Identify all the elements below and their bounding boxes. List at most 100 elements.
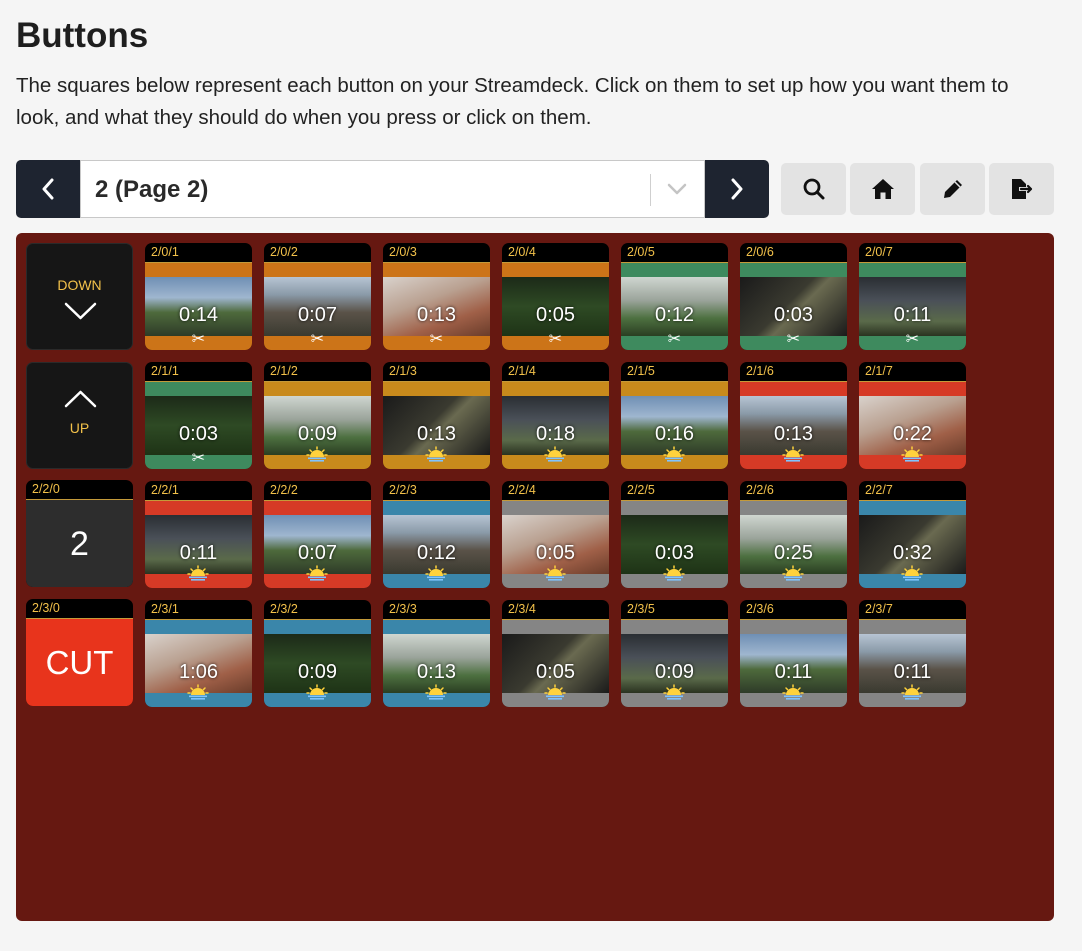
clip-button[interactable]: 2/1/3 0:13 <box>383 362 490 469</box>
clip-button[interactable]: 2/2/5 0:03 <box>621 481 728 588</box>
clip-button[interactable]: 2/0/6 0:03 ✂ <box>740 243 847 350</box>
clip-button[interactable]: 2/3/5 0:09 <box>621 600 728 707</box>
edit-button[interactable] <box>920 163 985 215</box>
clip-button[interactable]: 2/3/6 0:11 <box>740 600 847 707</box>
sunrise-icon <box>663 446 685 462</box>
clip-duration: 0:09 <box>298 661 337 683</box>
clip-duration: 0:05 <box>536 661 575 683</box>
button-location-label: 2/3/0 <box>32 601 60 615</box>
clip-duration: 0:32 <box>893 542 932 564</box>
clip-duration: 0:11 <box>893 661 932 683</box>
scissors-icon: ✂ <box>429 331 444 348</box>
button-location-label: 2/1/6 <box>746 364 774 378</box>
clip-button[interactable]: 2/3/1 1:06 <box>145 600 252 707</box>
clip-duration: 0:11 <box>774 661 813 683</box>
home-icon <box>871 179 894 199</box>
clip-button[interactable]: 2/1/5 0:16 <box>621 362 728 469</box>
clip-button[interactable]: 2/1/4 0:18 <box>502 362 609 469</box>
clip-button[interactable]: 2/3/3 0:13 <box>383 600 490 707</box>
scissors-icon: ✂ <box>191 331 206 348</box>
clip-button[interactable]: 2/0/4 0:05 ✂ <box>502 243 609 350</box>
clip-button[interactable]: 2/3/2 0:09 <box>264 600 371 707</box>
clip-duration: 0:07 <box>298 542 337 564</box>
clip-duration: 0:12 <box>417 542 456 564</box>
page-up-button[interactable]: UP <box>26 362 133 469</box>
scissors-icon: ✂ <box>905 331 920 348</box>
chevron-left-icon <box>42 178 54 200</box>
clip-button[interactable]: 2/3/4 0:05 <box>502 600 609 707</box>
clip-duration: 0:13 <box>417 423 456 445</box>
scissors-icon: ✂ <box>667 331 682 348</box>
button-location-label: 2/3/4 <box>508 602 536 616</box>
cut-text: CUT <box>45 644 114 681</box>
sunrise-icon <box>306 684 328 700</box>
clip-duration: 0:03 <box>179 423 218 445</box>
search-icon <box>803 178 824 200</box>
search-button[interactable] <box>781 163 846 215</box>
clip-button[interactable]: 2/2/6 0:25 <box>740 481 847 588</box>
button-location-label: 2/0/5 <box>627 245 655 259</box>
clip-duration: 0:13 <box>774 423 813 445</box>
clip-duration: 0:09 <box>298 423 337 445</box>
clip-button[interactable]: 2/0/2 0:07 ✂ <box>264 243 371 350</box>
button-location-label: 2/0/1 <box>151 245 179 259</box>
clip-duration: 1:06 <box>179 661 218 683</box>
up-label: UP <box>69 420 90 436</box>
scissors-icon: ✂ <box>310 331 325 348</box>
button-location-label: 2/0/6 <box>746 245 774 259</box>
page-description: The squares below represent each button … <box>16 74 1009 129</box>
button-location-label: 2/2/4 <box>508 483 536 497</box>
button-location-label: 2/3/5 <box>627 602 655 616</box>
clip-button[interactable]: 2/2/1 0:11 <box>145 481 252 588</box>
sunrise-icon <box>901 565 923 581</box>
clip-button[interactable]: 2/2/2 0:07 <box>264 481 371 588</box>
previous-page-button[interactable] <box>16 160 80 218</box>
button-location-label: 2/3/2 <box>270 602 298 616</box>
clip-button[interactable]: 2/1/2 0:09 <box>264 362 371 469</box>
clip-button[interactable]: 2/1/6 0:13 <box>740 362 847 469</box>
clip-button[interactable]: 2/0/1 0:14 ✂ <box>145 243 252 350</box>
sunrise-icon <box>663 565 685 581</box>
sunrise-icon <box>187 684 209 700</box>
export-button[interactable] <box>989 163 1054 215</box>
button-location-label: 2/2/7 <box>865 483 893 497</box>
clip-duration: 0:11 <box>179 542 218 564</box>
button-location-label: 2/2/2 <box>270 483 298 497</box>
page-number-text: 2 <box>70 525 89 563</box>
clip-button[interactable]: 2/0/7 0:11 ✂ <box>859 243 966 350</box>
page-number-button[interactable]: 2/2/0 2 <box>26 480 133 587</box>
chevron-down-icon <box>64 302 97 320</box>
cut-button[interactable]: 2/3/0 CUT <box>26 599 133 706</box>
clip-button[interactable]: 2/1/1 0:03 ✂ <box>145 362 252 469</box>
button-location-label: 2/1/5 <box>627 364 655 378</box>
select-divider <box>650 174 651 206</box>
clip-duration: 0:09 <box>655 661 694 683</box>
chevron-up-icon <box>64 390 97 408</box>
button-location-label: 2/0/2 <box>270 245 298 259</box>
clip-button[interactable]: 2/2/7 0:32 <box>859 481 966 588</box>
clip-duration: 0:25 <box>774 542 813 564</box>
clip-duration: 0:22 <box>893 423 932 445</box>
chevron-down-icon[interactable] <box>667 182 687 196</box>
clip-button[interactable]: 2/0/3 0:13 ✂ <box>383 243 490 350</box>
clip-button[interactable]: 2/0/5 0:12 ✂ <box>621 243 728 350</box>
page-select-value: 2 (Page 2) <box>95 176 209 203</box>
sunrise-icon <box>425 565 447 581</box>
button-location-label: 2/2/6 <box>746 483 774 497</box>
clip-button[interactable]: 2/2/4 0:05 <box>502 481 609 588</box>
page-down-button[interactable]: DOWN <box>26 243 133 350</box>
clip-button[interactable]: 2/3/7 0:11 <box>859 600 966 707</box>
sunrise-icon <box>663 684 685 700</box>
home-button[interactable] <box>850 163 915 215</box>
button-location-label: 2/2/1 <box>151 483 179 497</box>
clip-button[interactable]: 2/1/7 0:22 <box>859 362 966 469</box>
sunrise-icon <box>901 684 923 700</box>
sunrise-icon <box>782 565 804 581</box>
button-location-label: 2/3/1 <box>151 602 179 616</box>
next-page-button[interactable] <box>705 160 769 218</box>
page-select[interactable]: 2 (Page 2) <box>80 160 705 218</box>
sunrise-icon <box>782 446 804 462</box>
clip-duration: 0:05 <box>536 542 575 564</box>
clip-duration: 0:05 <box>536 304 575 326</box>
clip-button[interactable]: 2/2/3 0:12 <box>383 481 490 588</box>
